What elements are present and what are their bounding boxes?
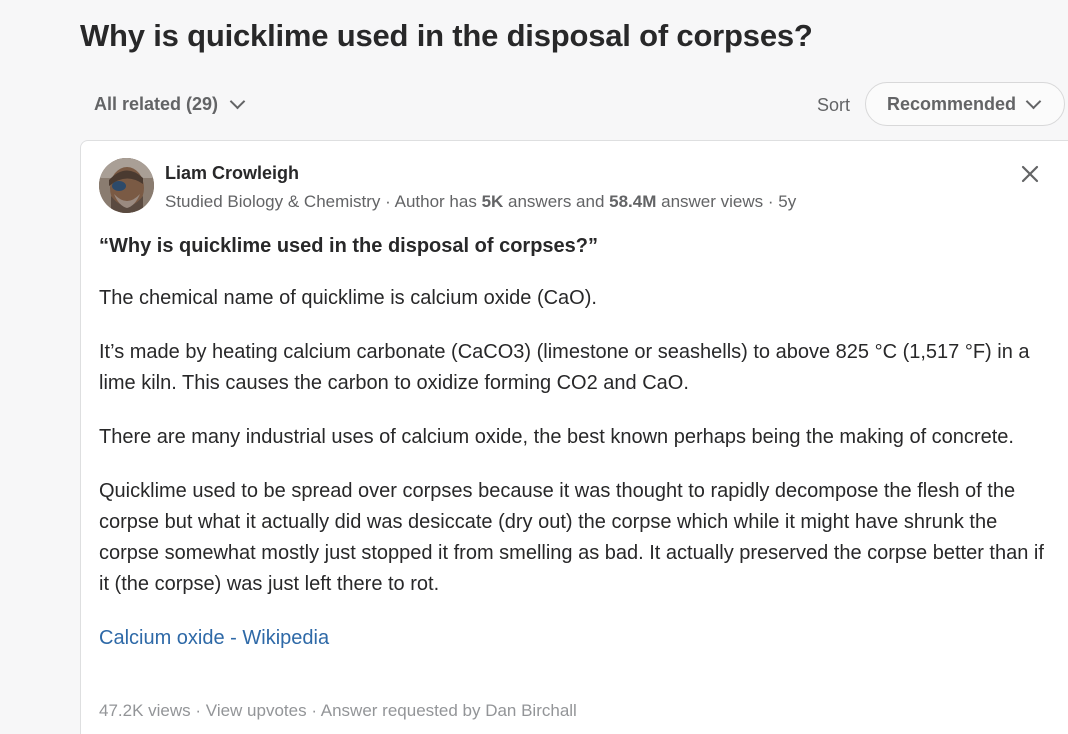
- close-icon: [1021, 165, 1039, 183]
- requested-by[interactable]: Answer requested by Dan Birchall: [321, 701, 577, 720]
- filter-row: All related (29) Sort Recommended: [80, 82, 1068, 128]
- author-credential[interactable]: Studied Biology & Chemistry: [165, 192, 380, 211]
- answer-paragraph: There are many industrial uses of calciu…: [99, 426, 1014, 448]
- question-title: Why is quicklime used in the disposal of…: [80, 18, 813, 53]
- answer-paragraph: It’s made by heating calcium carbonate (…: [99, 341, 1030, 394]
- author-name[interactable]: Liam Crowleigh: [165, 163, 299, 184]
- all-related-label: All related (29): [94, 94, 219, 114]
- answer-body: “Why is quicklime used in the disposal o…: [99, 231, 1054, 677]
- answer-footer: 47.2K views · View upvotes · Answer requ…: [99, 701, 577, 721]
- author-credentials: Studied Biology & Chemistry · Author has…: [165, 192, 796, 212]
- views-count: 58.4M: [609, 192, 657, 211]
- sort-label: Sort: [817, 95, 851, 115]
- view-count: 47.2K views: [99, 701, 191, 720]
- answer-paragraph: Quicklime used to be spread over corpses…: [99, 480, 1044, 595]
- separator: ·: [190, 701, 206, 720]
- avatar[interactable]: [99, 158, 154, 213]
- meta-text: answer views ·: [656, 192, 779, 211]
- meta-text: answers and: [503, 192, 610, 211]
- answer-card: Liam Crowleigh Studied Biology & Chemist…: [80, 140, 1068, 734]
- chevron-down-icon: [229, 93, 246, 110]
- sort-value: Recommended: [887, 93, 1017, 114]
- chevron-down-icon: [1025, 93, 1042, 109]
- answer-paragraph: The chemical name of quicklime is calciu…: [99, 287, 597, 309]
- page: Why is quicklime used in the disposal of…: [0, 0, 1068, 734]
- meta-text: · Author has: [380, 192, 482, 211]
- wikipedia-link[interactable]: Calcium oxide - Wikipedia: [99, 627, 329, 649]
- view-upvotes-link[interactable]: View upvotes: [206, 701, 307, 720]
- answers-count: 5K: [481, 192, 504, 211]
- close-button[interactable]: [1019, 163, 1041, 185]
- separator: ·: [306, 701, 321, 720]
- all-related-dropdown[interactable]: All related (29): [94, 93, 246, 115]
- sort-dropdown[interactable]: Recommended: [865, 82, 1065, 126]
- answer-age[interactable]: 5y: [778, 192, 796, 211]
- answer-quote: “Why is quicklime used in the disposal o…: [99, 235, 598, 257]
